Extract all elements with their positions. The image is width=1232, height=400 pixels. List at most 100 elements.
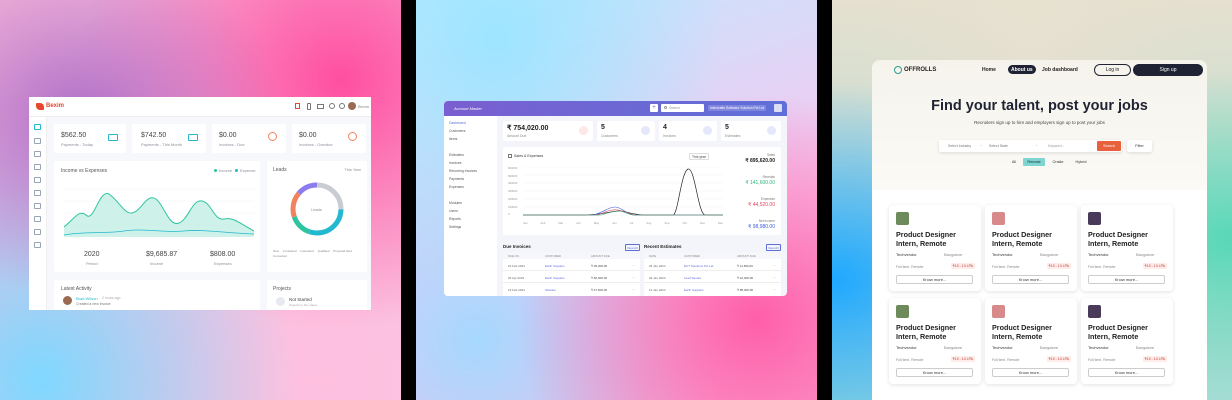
search-input[interactable] xyxy=(661,104,704,112)
nav-users[interactable]: Users xyxy=(449,209,458,213)
nav-customers[interactable]: Customers xyxy=(449,129,465,133)
file-icon[interactable] xyxy=(34,229,41,235)
phone-icon[interactable] xyxy=(34,190,41,196)
company-name: Techvendor xyxy=(992,252,1013,257)
stat-card[interactable]: $562.50 Payments - Today xyxy=(54,124,126,153)
home-icon[interactable] xyxy=(34,124,41,130)
activity-user[interactable]: Brad Wilson xyxy=(76,296,98,301)
state-select[interactable]: Select State xyxy=(989,144,1008,148)
nav-modules[interactable]: Modules xyxy=(449,201,462,205)
nav-dashboard[interactable]: Dashboard xyxy=(449,121,466,125)
card-icon[interactable] xyxy=(34,203,41,209)
org-selector[interactable]: Intercrafts Software Solution Pvt Ltd xyxy=(708,105,767,111)
more-icon[interactable]: ⋯ xyxy=(632,263,635,267)
nav-estimates[interactable]: Estimates xyxy=(449,153,464,157)
signup-button[interactable]: Sign up xyxy=(1133,64,1203,76)
legend-item: Interested xyxy=(300,249,314,253)
settings-icon[interactable] xyxy=(34,242,41,248)
user-name[interactable]: Bexim xyxy=(358,104,369,109)
list-icon[interactable] xyxy=(34,164,41,170)
search-button[interactable]: Search xyxy=(1097,141,1121,151)
nav-items[interactable]: Items xyxy=(449,137,457,141)
job-portal-screenshot: OFFROLLS Home About us Job dashboard Log… xyxy=(872,60,1207,400)
nav-settings[interactable]: Settings xyxy=(449,225,461,229)
cell-customer[interactable]: ECT Solutions Pvt Ltd xyxy=(684,264,713,268)
cart-icon[interactable] xyxy=(34,177,41,183)
nav-reports[interactable]: Reports xyxy=(449,217,461,221)
job-card[interactable]: Product Designer Intern, Remote Techvend… xyxy=(1081,205,1173,291)
flag-icon[interactable] xyxy=(295,103,300,109)
know-more-button[interactable]: Know more... xyxy=(1088,275,1165,284)
period-select[interactable]: This Year xyxy=(344,167,361,172)
job-card[interactable]: Product Designer Intern, Remote Techvend… xyxy=(1081,298,1173,384)
cell-customer[interactable]: Sheldoo xyxy=(545,288,556,292)
table-row[interactable]: 03 Jan 2024 Lead Square ₹ 42,000.00 ⋯ xyxy=(644,273,781,283)
job-card[interactable]: Product Designer Intern, Remote Techvend… xyxy=(985,205,1077,291)
cell-customer[interactable]: Lead Square xyxy=(684,276,701,280)
chip-all[interactable]: All xyxy=(1007,158,1021,166)
nav-payments[interactable]: Payments xyxy=(449,177,464,181)
company-name: Techvendor xyxy=(1088,345,1109,350)
cell-customer[interactable]: Earth Supplies xyxy=(684,288,704,292)
users-icon[interactable] xyxy=(34,138,41,144)
add-button[interactable]: + xyxy=(650,104,658,112)
job-card[interactable]: Product Designer Intern, Remote Techvend… xyxy=(889,298,981,384)
table-row[interactable]: 19 Feb 2024 Sheldoo ₹ 47,500.00 ⋯ xyxy=(503,285,640,295)
know-more-button[interactable]: Know more... xyxy=(992,275,1069,284)
know-more-button[interactable]: Know more... xyxy=(992,368,1069,377)
job-location: Bangalore xyxy=(1136,345,1155,350)
job-card[interactable]: Product Designer Intern, Remote Techvend… xyxy=(889,205,981,291)
nav-home[interactable]: Home xyxy=(982,67,996,73)
more-icon[interactable]: ⋯ xyxy=(632,287,635,291)
view-all-button[interactable]: View All xyxy=(765,244,781,251)
estimate-icon xyxy=(767,126,776,135)
filter-button[interactable]: Filter xyxy=(1127,140,1152,152)
know-more-button[interactable]: Know more... xyxy=(896,275,973,284)
brand-name[interactable]: OFFROLLS xyxy=(904,67,936,73)
table-row[interactable]: 25 Apr 2024 Earth Supplies ₹ 82,000.00 ⋯ xyxy=(503,273,640,283)
more-icon[interactable]: ⋯ xyxy=(632,275,635,279)
avatar[interactable] xyxy=(348,102,356,110)
nav-expenses[interactable]: Expenses xyxy=(449,185,464,189)
more-icon[interactable]: ⋯ xyxy=(773,287,776,291)
chart-period-select[interactable]: This year xyxy=(689,153,709,160)
nav-job-dashboard[interactable]: Job dashboard xyxy=(1042,67,1078,73)
more-icon[interactable]: ⋯ xyxy=(773,275,776,279)
company-logo xyxy=(992,212,1005,225)
clock-icon[interactable] xyxy=(339,103,345,109)
login-button[interactable]: Log in xyxy=(1094,64,1131,76)
gear-icon[interactable] xyxy=(329,103,335,109)
stat-card[interactable]: $0.00 Invoices - Due xyxy=(212,124,286,153)
chip-hybrid[interactable]: Hybrid xyxy=(1071,158,1091,166)
table-row[interactable]: 12 Jan 2024 Earth Supplies ₹ 88,000.00 ⋯ xyxy=(644,285,781,295)
box-icon[interactable] xyxy=(34,216,41,222)
industry-select[interactable]: Select Industry xyxy=(948,144,971,148)
phone-icon[interactable] xyxy=(307,103,311,110)
chip-onsite[interactable]: Onsite xyxy=(1048,158,1068,166)
cell-customer[interactable]: Earth Supplies xyxy=(545,264,565,268)
stat-card[interactable]: $742.50 Payments - This Month xyxy=(132,124,206,153)
avatar[interactable] xyxy=(774,104,782,112)
know-more-button[interactable]: Know more... xyxy=(896,368,973,377)
more-icon[interactable]: ⋯ xyxy=(773,263,776,267)
stat-value: ₹ 754,020.00 xyxy=(507,125,549,132)
nav-invoices[interactable]: Invoices xyxy=(449,161,461,165)
stat-card-customers[interactable]: 5 Customers xyxy=(597,121,655,141)
stat-card[interactable]: $0.00 Invoices - Overdue xyxy=(292,124,366,153)
stat-card-estimates[interactable]: 5 Estimates xyxy=(721,121,781,141)
know-more-button[interactable]: Know more... xyxy=(1088,368,1165,377)
nav-about-us[interactable]: About us xyxy=(1008,65,1036,74)
nav-recurring[interactable]: Recurring Invoices xyxy=(449,169,477,173)
table-row[interactable]: 25 Jan 2024 ECT Solutions Pvt Ltd ₹ 11,5… xyxy=(644,261,781,271)
cell-customer[interactable]: Earth Supplies xyxy=(545,276,565,280)
chip-remote[interactable]: Remote xyxy=(1023,158,1045,166)
view-all-button[interactable]: View All xyxy=(624,244,640,251)
job-type: Full time, Remote xyxy=(1088,358,1116,362)
calendar-icon[interactable] xyxy=(34,151,41,157)
table-row[interactable]: 22 Feb 2024 Earth Supplies ₹ 35,000.00 ⋯ xyxy=(503,261,640,271)
stat-card-amount-due[interactable]: ₹ 754,020.00 Amount Due xyxy=(503,121,593,141)
keyword-input[interactable]: Keyword... xyxy=(1048,144,1065,148)
job-card[interactable]: Product Designer Intern, Remote Techvend… xyxy=(985,298,1077,384)
stat-card-invoices[interactable]: 4 Invoices xyxy=(659,121,717,141)
mail-icon[interactable] xyxy=(317,104,324,109)
